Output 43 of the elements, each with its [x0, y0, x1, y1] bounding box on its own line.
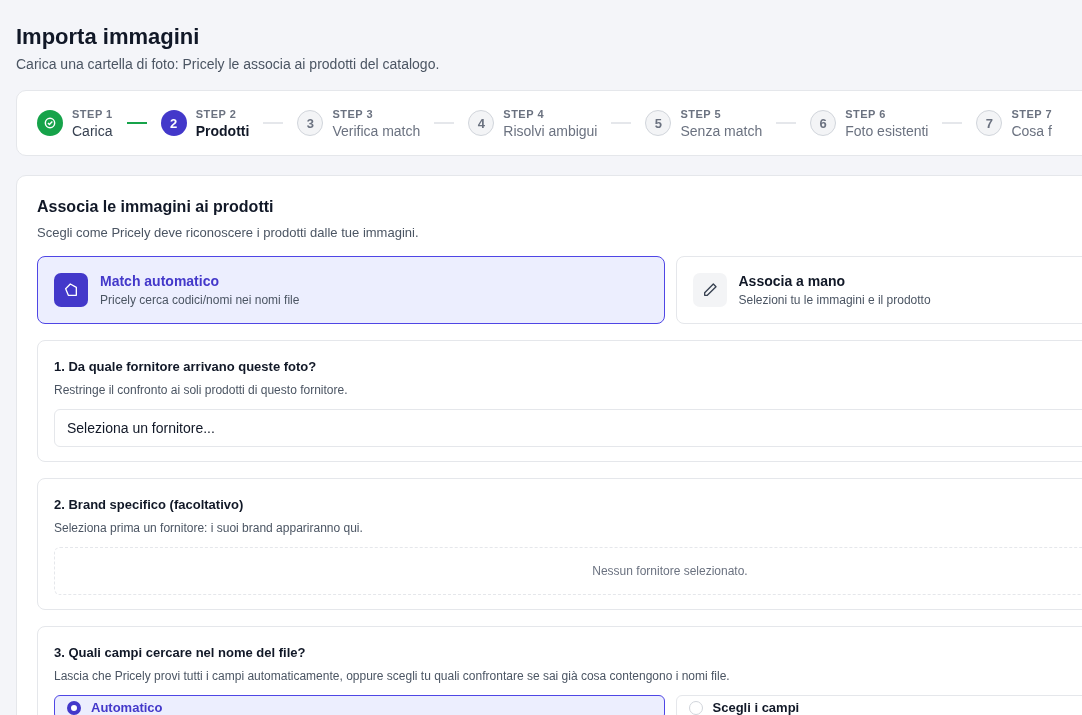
step-caption: STEP 5: [680, 107, 723, 120]
step-number: 3: [297, 110, 324, 136]
step-number: 5: [645, 110, 672, 136]
step-number: 6: [810, 110, 837, 136]
step-label: Verifica match: [332, 122, 421, 139]
radio-button: [688, 700, 703, 715]
step-label: Foto esistenti: [845, 122, 929, 139]
step-number: 7: [976, 110, 1003, 136]
step-caption: STEP 7: [1011, 107, 1053, 120]
mode-description: Pricely cerca codici/nomi nei nomi file: [100, 293, 300, 307]
mode-description: Selezioni tu le immagini e il prodotto: [738, 293, 931, 307]
panel-title: Associa le immagini ai prodotti: [37, 198, 274, 216]
radio-option[interactable]: Scegli i campi: [675, 695, 1082, 715]
step-label: Risolvi ambigui: [503, 122, 598, 139]
page-subtitle: Carica una cartella di foto: Pricely le associa ai prodotti del catalogo.: [16, 56, 441, 72]
panel-subtitle: Scegli come Pricely deve riconoscere i prodotti dalle tue immagini.: [37, 225, 420, 240]
section-hint: Lascia che Pricely provi tutti i campi automaticamente, oppure scegli tu quali confrontare se sai già cosa contengono i nomi file.: [54, 669, 731, 683]
step-caption: STEP 6: [845, 107, 887, 120]
mode-title: Associa a mano: [738, 273, 847, 289]
page-title: Importa immagini: [16, 24, 200, 50]
step-caption: STEP 4: [503, 107, 546, 120]
mode-option[interactable]: Associa a mano Selezioni tu le immagini e il prodotto: [675, 256, 1082, 324]
step-number: 4: [468, 110, 495, 136]
step-label: Prodotti: [195, 122, 250, 139]
step-caption: STEP 3: [332, 107, 375, 120]
pencil-icon: [701, 282, 718, 298]
mode-title: Match automatico: [100, 273, 220, 289]
step-label: Cosa f: [1011, 122, 1053, 139]
empty-message: Nessun fornitore selezionato.: [592, 564, 748, 578]
supplier-select[interactable]: Seleziona un fornitore...: [54, 409, 1082, 447]
radio-option[interactable]: Automatico: [54, 695, 665, 715]
mode-option[interactable]: Match automatico Pricely cerca codici/nomi nei nomi file: [37, 256, 665, 324]
step-caption: STEP 1: [72, 107, 113, 120]
step-number: 2: [160, 110, 187, 136]
step-label: Carica: [72, 122, 113, 139]
section-title: 2. Brand specifico (facoltativo): [54, 497, 244, 512]
section-hint: Restringe il confronto ai soli prodotti di questo fornitore.: [54, 383, 349, 397]
section-title: 3. Quali campi cercare nel nome del file?: [54, 645, 306, 660]
step-caption: STEP 2: [195, 107, 238, 120]
section-title: 1. Da quale fornitore arrivano queste foto?: [54, 359, 317, 374]
section-hint: Seleziona prima un fornitore: i suoi brand appariranno qui.: [54, 521, 364, 535]
radio-button: [67, 700, 81, 715]
step-label: Senza match: [680, 122, 763, 139]
